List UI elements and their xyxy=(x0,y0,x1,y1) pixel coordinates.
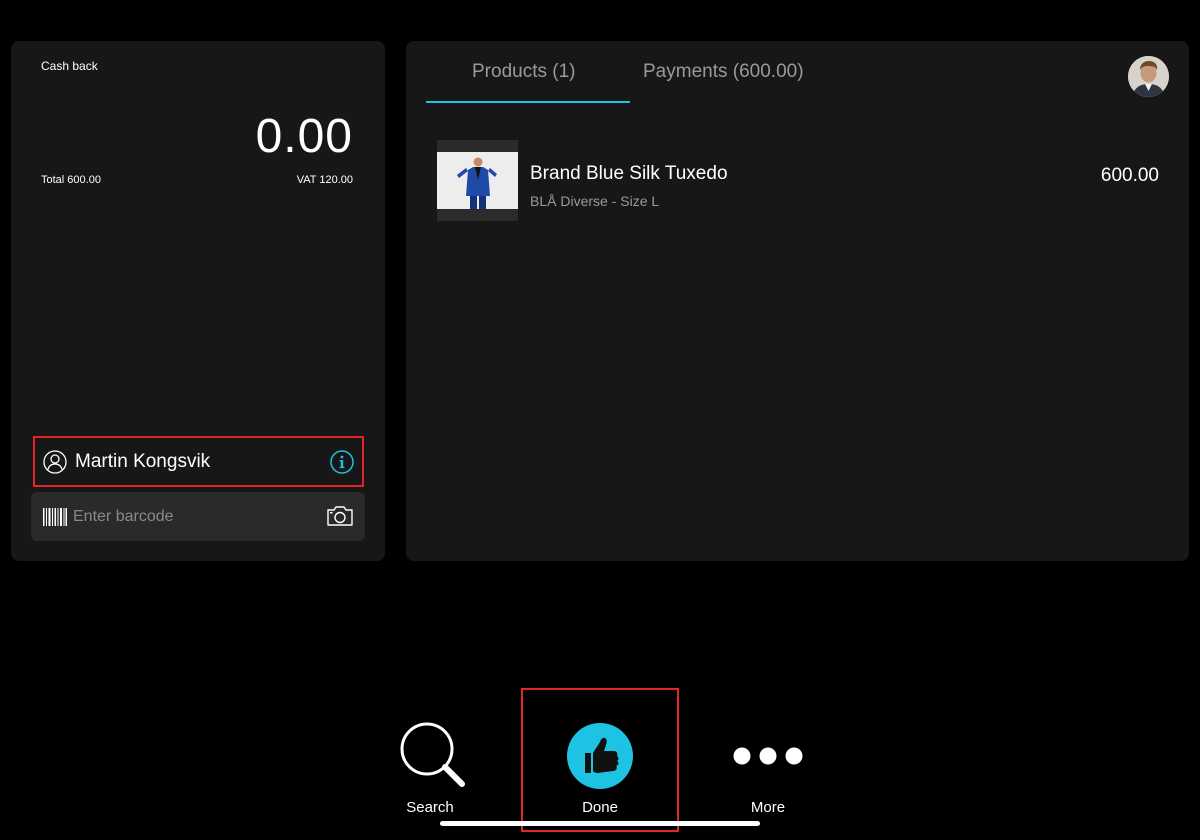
more-button[interactable]: More xyxy=(708,720,828,820)
barcode-field[interactable] xyxy=(31,492,365,541)
customer-selector[interactable]: Martin Kongsvik xyxy=(33,436,364,487)
avatar[interactable] xyxy=(1128,56,1169,97)
vat-amount: VAT 120.00 xyxy=(296,174,353,186)
tab-payments[interactable]: Payments (600.00) xyxy=(643,61,804,83)
product-variant: BLÅ Diverse - Size L xyxy=(530,193,660,209)
search-label: Search xyxy=(406,799,454,816)
more-label: More xyxy=(750,799,786,816)
active-tab-indicator xyxy=(426,101,630,103)
info-icon[interactable] xyxy=(330,450,354,474)
cart-panel: Products (1) Payments (600.00) Brand Blu… xyxy=(406,41,1189,561)
done-button[interactable]: Done xyxy=(540,720,660,820)
product-price: 600.00 xyxy=(1100,165,1159,186)
product-name: Brand Blue Silk Tuxedo xyxy=(530,163,728,184)
barcode-icon xyxy=(43,507,67,526)
pos-checkout-screen: Cash back 0.00 Total 600.00 VAT 120.00 M… xyxy=(0,0,1200,840)
camera-icon[interactable] xyxy=(326,504,354,528)
done-circle xyxy=(567,723,633,789)
total-amount: Total 600.00 xyxy=(41,174,101,186)
customer-name: Martin Kongsvik xyxy=(75,450,211,472)
tab-products[interactable]: Products (1) xyxy=(472,61,575,83)
product-image xyxy=(437,140,518,221)
more-icon xyxy=(733,747,803,765)
cash-panel: Cash back 0.00 Total 600.00 VAT 120.00 M… xyxy=(11,41,385,561)
home-indicator[interactable] xyxy=(440,821,760,826)
cash-back-amount: 0.00 xyxy=(255,110,353,163)
user-icon xyxy=(43,449,67,474)
search-button[interactable]: Search xyxy=(370,720,490,820)
cash-back-label: Cash back xyxy=(41,59,98,73)
search-icon xyxy=(400,722,465,787)
barcode-input[interactable] xyxy=(73,507,313,526)
thumbs-up-icon xyxy=(585,737,619,773)
product-row[interactable]: Brand Blue Silk Tuxedo BLÅ Diverse - Siz… xyxy=(437,140,1159,222)
done-label: Done xyxy=(582,799,618,816)
